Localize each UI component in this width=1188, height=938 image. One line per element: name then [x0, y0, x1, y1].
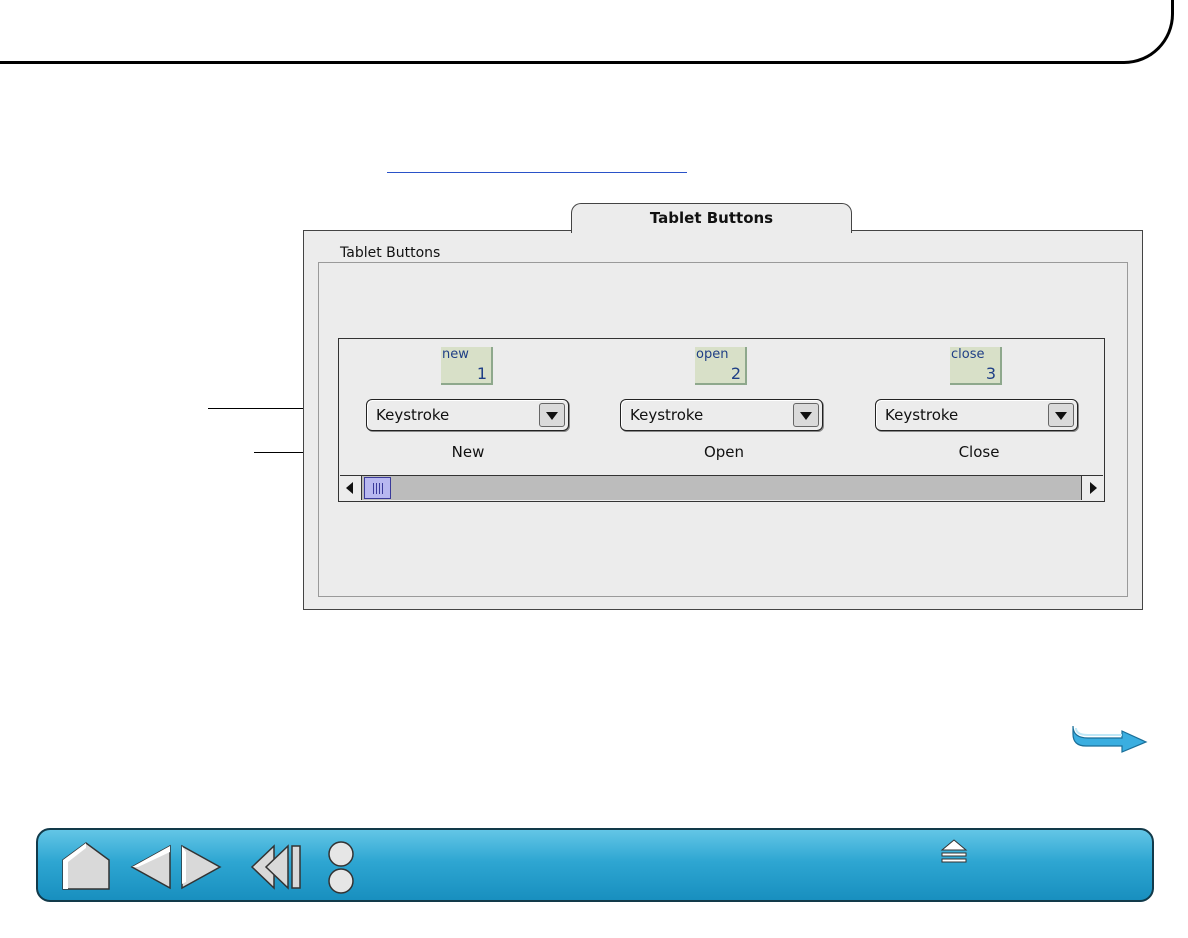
- button-slot-badge: open 2: [695, 347, 747, 385]
- scroll-left-arrow-icon[interactable]: [340, 476, 362, 500]
- action-label: Open: [703, 443, 745, 461]
- navigation-bar: [36, 828, 1154, 902]
- button-slot-number: 3: [985, 364, 996, 383]
- button-slot-name: open: [696, 347, 729, 362]
- scroll-thumb[interactable]: [364, 477, 391, 499]
- button-slot-badge: close 3: [950, 347, 1002, 385]
- home-icon[interactable]: [60, 840, 112, 892]
- function-dropdown[interactable]: Keystroke: [366, 399, 569, 431]
- dropdown-value: Keystroke: [376, 406, 450, 424]
- dropdown-value: Keystroke: [885, 406, 959, 424]
- next-page-arrow-icon[interactable]: [1070, 722, 1148, 754]
- button-slot-badge: new 1: [441, 347, 493, 385]
- button-slot-name: new: [442, 347, 469, 362]
- eject-icon[interactable]: [940, 838, 968, 864]
- chevron-down-icon[interactable]: [539, 403, 565, 427]
- button-slot-name: close: [951, 347, 985, 362]
- button-slot-number: 1: [476, 364, 487, 383]
- function-dropdown[interactable]: Keystroke: [620, 399, 823, 431]
- dropdown-value: Keystroke: [630, 406, 704, 424]
- button-slot-number: 2: [730, 364, 741, 383]
- function-dropdown[interactable]: Keystroke: [875, 399, 1078, 431]
- previous-page-icon[interactable]: [130, 844, 172, 890]
- tab-merge: [572, 229, 851, 232]
- next-page-icon[interactable]: [180, 844, 222, 890]
- index-icon[interactable]: [326, 840, 356, 896]
- hyperlink-underline[interactable]: [387, 172, 687, 173]
- chevron-down-icon[interactable]: [793, 403, 819, 427]
- group-label: Tablet Buttons: [336, 245, 445, 261]
- action-label: New: [451, 443, 485, 461]
- action-label: Close: [958, 443, 1000, 461]
- chevron-down-icon[interactable]: [1048, 403, 1074, 427]
- scroll-right-arrow-icon[interactable]: [1081, 476, 1103, 500]
- page-border-corner: [0, 0, 1174, 64]
- horizontal-scrollbar[interactable]: [340, 475, 1103, 500]
- back-icon[interactable]: [250, 844, 302, 890]
